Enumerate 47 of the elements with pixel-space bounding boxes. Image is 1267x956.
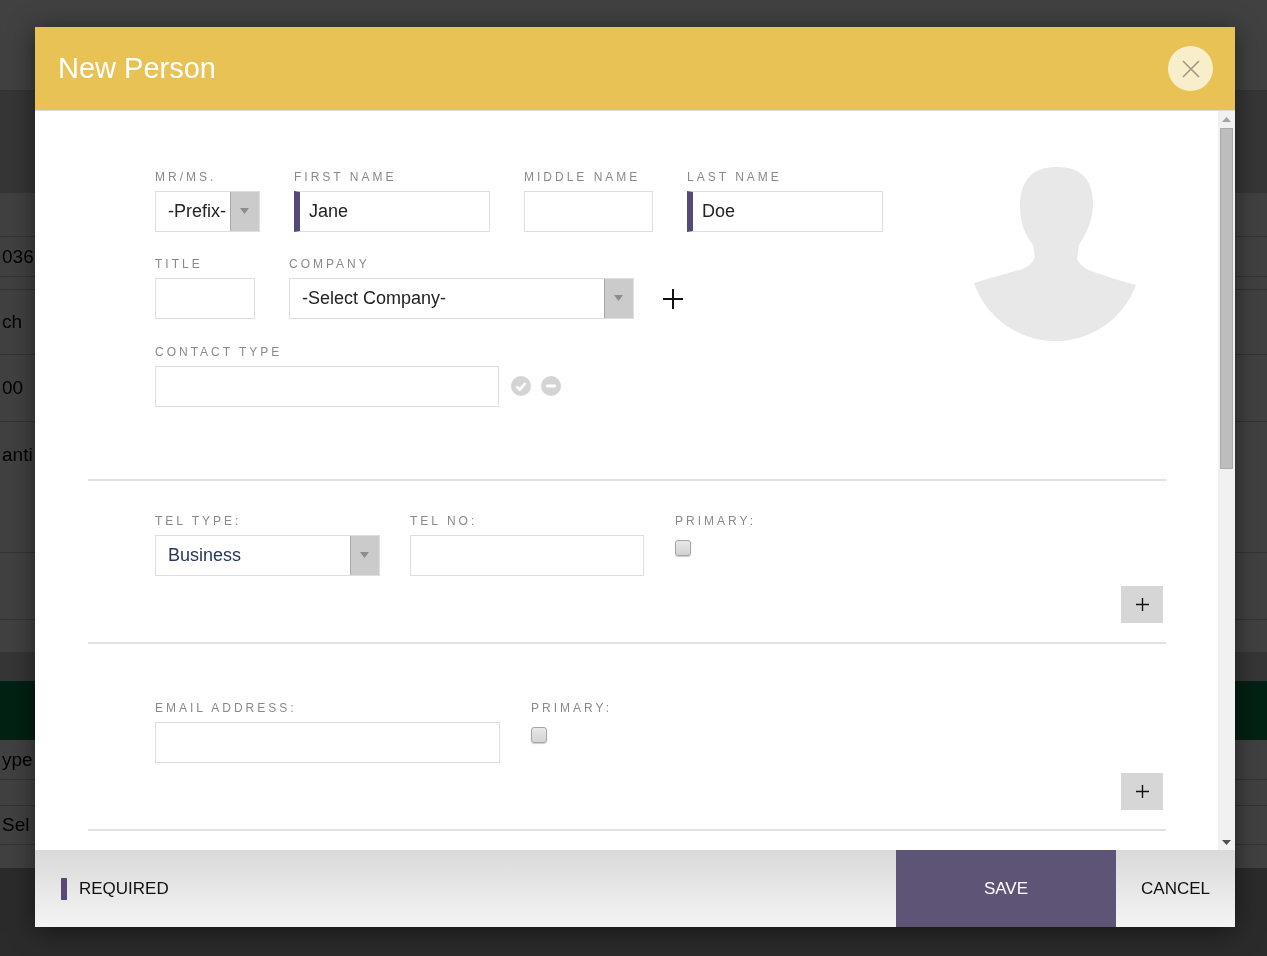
required-legend: REQUIRED [79, 878, 169, 899]
dialog-title: New Person [58, 52, 216, 85]
scrollbar-track[interactable] [1218, 111, 1235, 850]
contact-type-field[interactable] [155, 366, 499, 407]
field-label: EMAIL ADDRESS: [155, 701, 297, 715]
field-label: TEL NO: [410, 514, 478, 528]
primary-checkbox[interactable] [675, 540, 691, 556]
close-button[interactable] [1168, 46, 1213, 91]
background-text: 036 [1, 245, 34, 268]
save-button[interactable]: SAVE [896, 850, 1116, 927]
field-label: LAST NAME [687, 170, 782, 184]
last-name-field[interactable]: Doe [687, 191, 883, 232]
tel-type-dropdown[interactable]: Business [155, 535, 380, 576]
field-label: COMPANY [289, 257, 370, 271]
required-marker-icon [61, 877, 67, 900]
primary-checkbox[interactable] [531, 727, 547, 743]
background-text: 00 [1, 377, 24, 399]
background-text: ype [1, 748, 33, 771]
prefix-dropdown[interactable]: -Prefix- [155, 191, 260, 232]
middle-name-field[interactable] [524, 191, 653, 232]
background-text: anti [1, 444, 33, 466]
minus-circle-icon[interactable] [541, 376, 561, 396]
plus-icon[interactable] [663, 289, 683, 309]
scroll-up-icon[interactable] [1222, 117, 1231, 122]
add-button[interactable] [1121, 773, 1163, 810]
email-field[interactable] [155, 722, 500, 763]
company-dropdown[interactable]: -Select Company- [289, 278, 634, 319]
title-field[interactable] [155, 278, 255, 319]
field-label: CONTACT TYPE [155, 345, 283, 359]
field-label: MR/MS. [155, 170, 217, 184]
tel-number-field[interactable] [410, 535, 644, 576]
add-button[interactable] [1121, 586, 1163, 623]
field-label: MIDDLE NAME [524, 170, 641, 184]
field-label: PRIMARY: [675, 514, 757, 528]
cancel-button[interactable]: CANCEL [1116, 850, 1235, 927]
field-label: TEL TYPE: [155, 514, 242, 528]
plus-icon [1135, 785, 1149, 798]
background-text: Sel [1, 814, 30, 836]
plus-icon [1135, 598, 1149, 611]
first-name-field[interactable]: Jane [294, 191, 490, 232]
field-label: TITLE [155, 257, 203, 271]
scrollbar-thumb[interactable] [1220, 128, 1233, 469]
field-label: PRIMARY: [531, 701, 613, 715]
check-circle-icon[interactable] [511, 376, 531, 396]
field-label: FIRST NAME [294, 170, 397, 184]
background-text: ch [1, 311, 23, 333]
close-icon [1181, 59, 1200, 78]
